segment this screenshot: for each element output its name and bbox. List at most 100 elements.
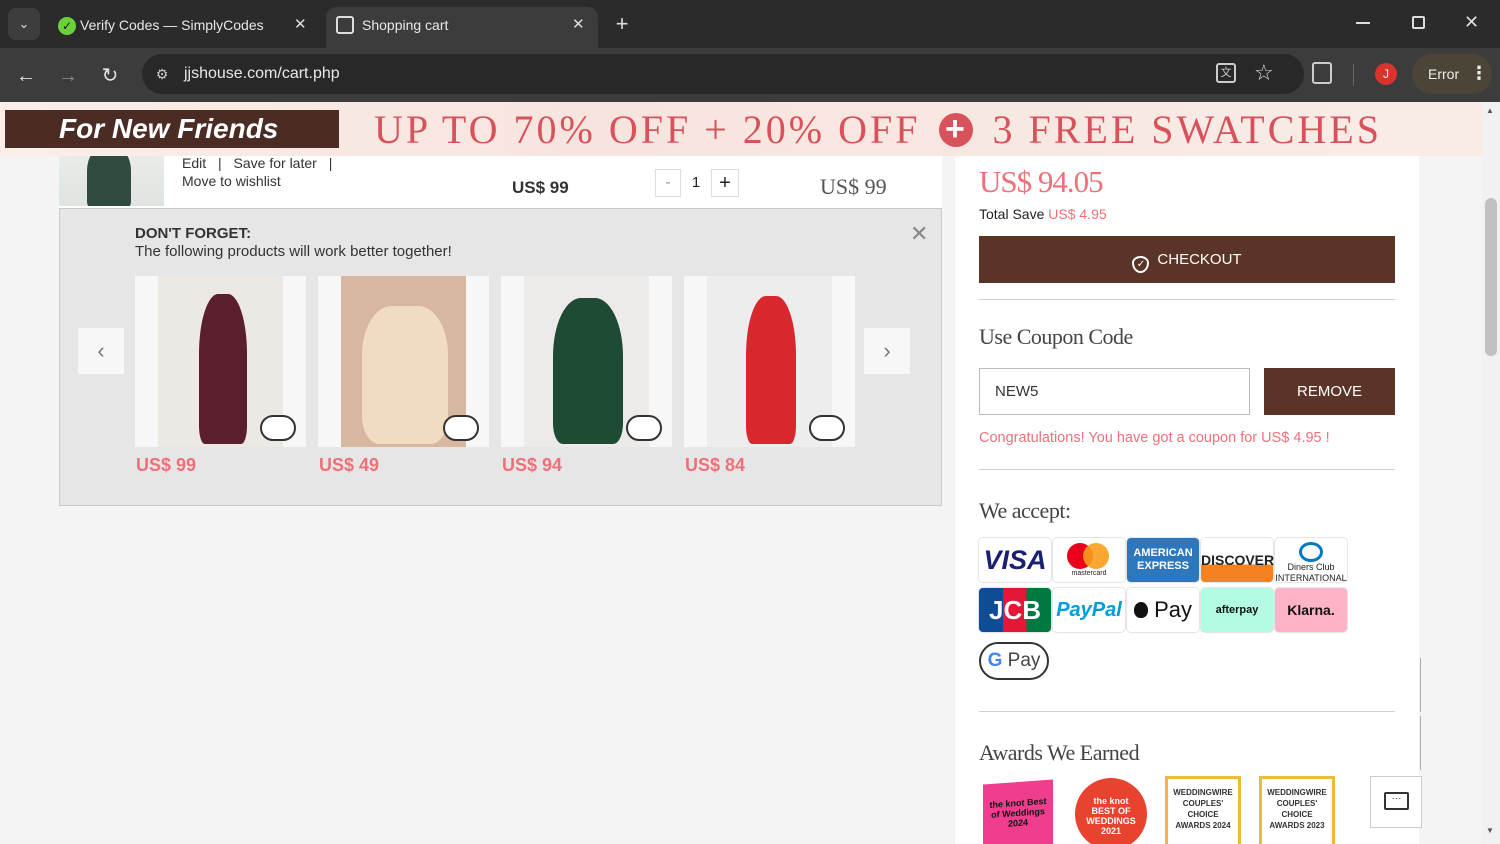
apple-pay-label: Pay	[1154, 597, 1193, 622]
scroll-thumb[interactable]	[1485, 198, 1497, 356]
reload-icon[interactable]: ↻	[96, 62, 124, 90]
order-total: US$ 94.05	[979, 164, 1104, 199]
divider	[979, 469, 1395, 470]
promo-text: UP TO 70% OFF + 20% OFF + 3 FREE SWATCHE…	[374, 109, 1382, 151]
bookmark-star-icon[interactable]: ☆	[1254, 60, 1274, 86]
dress-image	[199, 294, 247, 444]
new-tab-button[interactable]: +	[608, 10, 636, 38]
dress-image	[87, 156, 131, 206]
add-to-bag-icon[interactable]	[809, 415, 845, 441]
extensions-icon[interactable]	[1312, 62, 1332, 84]
dress-image	[553, 298, 623, 444]
checkout-label: CHECKOUT	[1157, 251, 1242, 268]
close-tab-icon[interactable]: ✕	[572, 15, 585, 33]
tab-shopping-cart[interactable]: Shopping cart ✕	[326, 7, 598, 48]
scroll-down-arrow-icon[interactable]: ▼	[1486, 826, 1494, 835]
divider	[979, 711, 1395, 712]
dont-forget-heading: DON'T FORGET:	[135, 225, 252, 242]
toolbar-divider	[1353, 64, 1354, 86]
save-for-later-link[interactable]: Save for later	[234, 155, 317, 171]
remove-coupon-button[interactable]: REMOVE	[1264, 368, 1395, 415]
recommended-product-card[interactable]	[135, 276, 306, 447]
separator: |	[328, 155, 333, 171]
order-summary-panel: US$ 94.05 Total Save US$ 4.95 ✓ CHECKOUT …	[955, 156, 1419, 844]
coupon-message: Congratulations! You have got a coupon f…	[979, 430, 1330, 446]
checkout-button[interactable]: ✓ CHECKOUT	[979, 236, 1395, 283]
address-bar[interactable]: ⚙ jjshouse.com/cart.php 文 ☆	[142, 54, 1304, 94]
decorative-line	[1420, 658, 1421, 712]
apple-pay-icon: Pay	[1127, 588, 1199, 632]
google-g-icon: G	[987, 650, 1003, 671]
add-to-bag-icon[interactable]	[260, 415, 296, 441]
tab-title: Verify Codes — SimplyCodes	[80, 17, 264, 33]
move-to-wishlist-link[interactable]: Move to wishlist	[182, 173, 281, 189]
close-tab-icon[interactable]: ✕	[294, 15, 307, 33]
product-price: US$ 94	[502, 455, 563, 475]
decrease-quantity-button[interactable]: -	[655, 169, 681, 197]
award-badge: the knot BEST OF WEDDINGS 2021	[1075, 778, 1147, 844]
page-favicon-icon	[336, 16, 354, 34]
translate-icon[interactable]: 文	[1216, 63, 1236, 83]
promo-right-text: 3 FREE SWATCHES	[992, 107, 1382, 152]
plus-circle-icon: +	[939, 112, 974, 147]
site-info-icon[interactable]: ⚙	[152, 64, 172, 84]
shield-check-icon: ✓	[1132, 256, 1150, 273]
divider	[979, 299, 1395, 300]
tab-title: Shopping cart	[362, 17, 449, 33]
afterpay-icon: afterpay	[1201, 588, 1273, 632]
increase-quantity-button[interactable]: +	[711, 169, 739, 197]
tab-list-button[interactable]: ⌄	[8, 8, 40, 40]
url-text[interactable]: jjshouse.com/cart.php	[184, 65, 340, 83]
minimize-icon[interactable]	[1356, 22, 1370, 24]
menu-dots-icon: ⋮	[1470, 63, 1488, 83]
error-label: Error	[1428, 66, 1460, 82]
unit-price: US$ 99	[512, 178, 569, 197]
close-panel-icon[interactable]: ✕	[910, 221, 928, 247]
google-pay-icon: G Pay	[979, 642, 1049, 680]
error-button[interactable]: Error ⋮	[1412, 54, 1492, 94]
restore-icon[interactable]	[1412, 16, 1425, 29]
close-window-icon[interactable]: ✕	[1464, 12, 1479, 33]
dont-forget-panel: DON'T FORGET: The following products wil…	[59, 208, 942, 506]
forward-icon[interactable]: →	[54, 62, 82, 90]
diners-logo-icon	[1299, 542, 1323, 562]
add-to-bag-icon[interactable]	[626, 415, 662, 441]
klarna-icon: Klarna.	[1275, 588, 1347, 632]
chat-button[interactable]: ···	[1370, 776, 1422, 828]
new-friends-ribbon: For New Friends	[5, 110, 339, 148]
edit-link[interactable]: Edit	[182, 155, 206, 171]
promo-banner[interactable]: For New Friends UP TO 70% OFF + 20% OFF …	[0, 102, 1482, 156]
apple-logo-icon	[1133, 602, 1148, 618]
cart-item-row: Edit | Save for later | Move to wishlist…	[59, 155, 942, 210]
quantity-stepper[interactable]: - 1 +	[655, 169, 739, 197]
scroll-up-arrow-icon[interactable]: ▲	[1486, 106, 1494, 115]
product-price: US$ 49	[319, 455, 380, 475]
dont-forget-subheading: The following products will work better …	[135, 243, 452, 260]
simplycodes-favicon-icon: ✓	[58, 17, 76, 35]
google-pay-label: Pay	[1007, 650, 1041, 671]
award-badge: the knot Best of Weddings 2024	[983, 779, 1053, 844]
paypal-icon: PayPal	[1053, 588, 1125, 632]
page-scrollbar[interactable]: ▲ ▼	[1482, 102, 1500, 844]
total-save: Total Save US$ 4.95	[979, 206, 1107, 222]
next-arrow-button[interactable]: ›	[864, 328, 910, 374]
previous-arrow-button[interactable]: ‹	[78, 328, 124, 374]
mastercard-icon: mastercard	[1053, 538, 1125, 582]
page-content: For New Friends UP TO 70% OFF + 20% OFF …	[0, 102, 1482, 844]
coupon-input[interactable]: NEW5	[979, 368, 1250, 415]
profile-avatar[interactable]: J	[1375, 63, 1397, 85]
awards-heading: Awards We Earned	[979, 740, 1140, 765]
recommended-product-card[interactable]	[501, 276, 672, 447]
separator: |	[218, 155, 222, 171]
add-to-bag-icon[interactable]	[443, 415, 479, 441]
cart-item-thumbnail[interactable]	[59, 156, 164, 206]
dress-image	[746, 296, 796, 444]
recommended-product-card[interactable]	[318, 276, 489, 447]
we-accept-heading: We accept:	[979, 498, 1071, 523]
visa-card-icon: VISA	[979, 538, 1051, 582]
tab-simplycodes[interactable]: ✓ Verify Codes — SimplyCodes ✕	[44, 7, 322, 48]
quantity-value[interactable]: 1	[681, 169, 711, 197]
back-icon[interactable]: ←	[12, 62, 40, 90]
jcb-card-icon: JCB	[979, 588, 1051, 632]
recommended-product-card[interactable]	[684, 276, 855, 447]
